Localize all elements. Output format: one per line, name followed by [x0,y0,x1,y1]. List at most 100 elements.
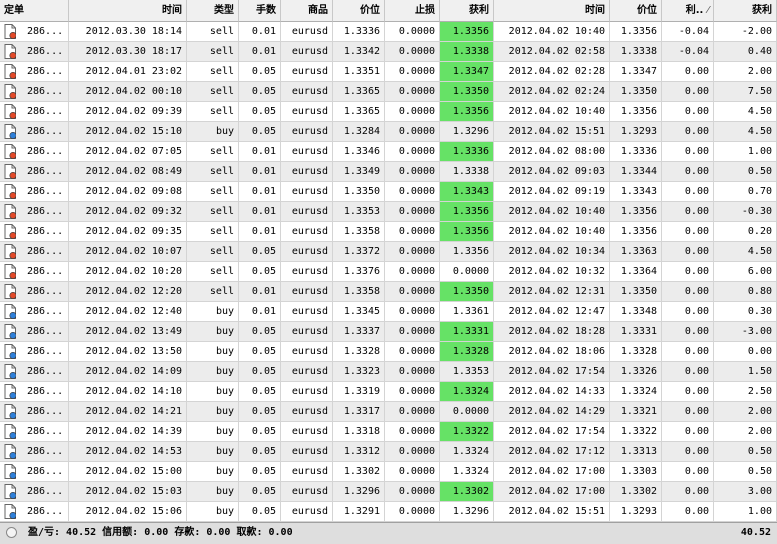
ticket-number: 286... [27,166,64,177]
table-row[interactable]: 286... 2012.04.02 09:35 sell 0.01 eurusd 1.33… [0,222,777,242]
cell-ticket: 286... [0,402,69,422]
header-label: 止损 [415,5,435,16]
cell-swap: 0.00 [662,302,714,322]
table-row[interactable]: 286... 2012.03.30 18:14 sell 0.01 eurusd 1.33… [0,22,777,42]
cell-open-price: 1.3337 [333,322,385,342]
header-label: 获利 [752,5,772,16]
cell-open-price: 1.3365 [333,82,385,102]
cell-lots: 0.01 [239,42,281,62]
cell-ticket: 286... [0,22,69,42]
cell-close-time: 2012.04.02 14:33 [494,382,610,402]
cell-tp: 1.3353 [440,362,494,382]
table-row[interactable]: 286... 2012.04.02 15:03 buy 0.05 eurusd 1.329… [0,482,777,502]
table-row[interactable]: 286... 2012.04.02 00:10 sell 0.05 eurusd 1.33… [0,82,777,102]
header-symbol[interactable]: 商品 [281,0,333,22]
header-profit[interactable]: 获利 [714,0,777,22]
cell-swap: 0.00 [662,82,714,102]
ticket-number: 286... [27,66,64,77]
ticket-number: 286... [27,306,64,317]
cell-swap: -0.04 [662,22,714,42]
table-row[interactable]: 286... 2012.04.02 14:09 buy 0.05 eurusd 1.332… [0,362,777,382]
cell-tp: 1.3324 [440,462,494,482]
table-row[interactable]: 286... 2012.04.02 07:05 sell 0.01 eurusd 1.33… [0,142,777,162]
table-row[interactable]: 286... 2012.04.02 09:39 sell 0.05 eurusd 1.33… [0,102,777,122]
table-row[interactable]: 286... 2012.04.02 13:49 buy 0.05 eurusd 1.333… [0,322,777,342]
cell-close-price: 1.3293 [610,122,662,142]
table-row[interactable]: 286... 2012.04.02 10:20 sell 0.05 eurusd 1.33… [0,262,777,282]
cell-ticket: 286... [0,202,69,222]
ticket-number: 286... [27,506,64,517]
table-row[interactable]: 286... 2012.04.02 12:20 sell 0.01 eurusd 1.33… [0,282,777,302]
header-close-price[interactable]: 价位 [610,0,662,22]
table-row[interactable]: 286... 2012.04.02 15:10 buy 0.05 eurusd 1.328… [0,122,777,142]
cell-open-time: 2012.04.02 15:00 [69,462,187,482]
cell-tp: 1.3296 [440,122,494,142]
cell-swap: 0.00 [662,122,714,142]
cell-ticket: 286... [0,362,69,382]
cell-swap: -0.04 [662,42,714,62]
cell-type: buy [187,322,239,342]
header-close-time[interactable]: 时间 [494,0,610,22]
cell-sl: 0.0000 [385,162,440,182]
cell-swap: 0.00 [662,422,714,442]
sort-indicator-icon[interactable]: ⁄ [707,5,709,16]
table-row[interactable]: 286... 2012.04.02 14:10 buy 0.05 eurusd 1.331… [0,382,777,402]
sell-order-doc-icon [4,24,17,40]
table-row[interactable]: 286... 2012.04.01 23:02 sell 0.05 eurusd 1.33… [0,62,777,82]
cell-close-price: 1.3324 [610,382,662,402]
ticket-number: 286... [27,106,64,117]
header-open-price[interactable]: 价位 [333,0,385,22]
cell-type: sell [187,142,239,162]
cell-type: buy [187,382,239,402]
table-row[interactable]: 286... 2012.04.02 10:07 sell 0.05 eurusd 1.33… [0,242,777,262]
cell-lots: 0.01 [239,202,281,222]
cell-open-time: 2012.04.02 09:08 [69,182,187,202]
cell-profit: 4.50 [714,242,777,262]
cell-sl: 0.0000 [385,22,440,42]
table-row[interactable]: 286... 2012.04.02 14:39 buy 0.05 eurusd 1.331… [0,422,777,442]
table-row[interactable]: 286... 2012.04.02 09:32 sell 0.01 eurusd 1.33… [0,202,777,222]
cell-type: sell [187,22,239,42]
header-open-time[interactable]: 时间 [69,0,187,22]
cell-type: buy [187,442,239,462]
table-row[interactable]: 286... 2012.04.02 08:49 sell 0.01 eurusd 1.33… [0,162,777,182]
table-row[interactable]: 286... 2012.04.02 14:53 buy 0.05 eurusd 1.331… [0,442,777,462]
cell-lots: 0.05 [239,122,281,142]
cell-symbol: eurusd [281,442,333,462]
table-row[interactable]: 286... 2012.03.30 18:17 sell 0.01 eurusd 1.33… [0,42,777,62]
cell-profit: 0.00 [714,342,777,362]
header-swap[interactable]: 利.. ⁄ [662,0,714,22]
header-label: 价位 [360,5,380,16]
table-row[interactable]: 286... 2012.04.02 09:08 sell 0.01 eurusd 1.33… [0,182,777,202]
ticket-number: 286... [27,266,64,277]
header-ticket[interactable]: 定单 [0,0,69,22]
header-type[interactable]: 类型 [187,0,239,22]
cell-sl: 0.0000 [385,422,440,442]
cell-open-time: 2012.04.02 09:32 [69,202,187,222]
cell-close-time: 2012.04.02 08:00 [494,142,610,162]
cell-profit: 6.00 [714,262,777,282]
cell-symbol: eurusd [281,22,333,42]
cell-open-price: 1.3291 [333,502,385,522]
cell-lots: 0.05 [239,462,281,482]
table-row[interactable]: 286... 2012.04.02 12:40 buy 0.01 eurusd 1.334… [0,302,777,322]
header-tp[interactable]: 获利 [440,0,494,22]
cell-ticket: 286... [0,42,69,62]
header-label: 商品 [308,5,328,16]
cell-lots: 0.05 [239,322,281,342]
table-row[interactable]: 286... 2012.04.02 15:00 buy 0.05 eurusd 1.330… [0,462,777,482]
sell-order-doc-icon [4,184,17,200]
cell-type: sell [187,162,239,182]
cell-open-time: 2012.04.02 12:20 [69,282,187,302]
cell-sl: 0.0000 [385,142,440,162]
header-sl[interactable]: 止损 [385,0,440,22]
table-row[interactable]: 286... 2012.04.02 13:50 buy 0.05 eurusd 1.332… [0,342,777,362]
cell-lots: 0.05 [239,242,281,262]
cell-type: buy [187,482,239,502]
header-lots[interactable]: 手数 [239,0,281,22]
table-row[interactable]: 286... 2012.04.02 14:21 buy 0.05 eurusd 1.331… [0,402,777,422]
cell-type: sell [187,242,239,262]
cell-profit: 2.00 [714,422,777,442]
cell-open-price: 1.3372 [333,242,385,262]
table-row[interactable]: 286... 2012.04.02 15:06 buy 0.05 eurusd 1.329… [0,502,777,522]
